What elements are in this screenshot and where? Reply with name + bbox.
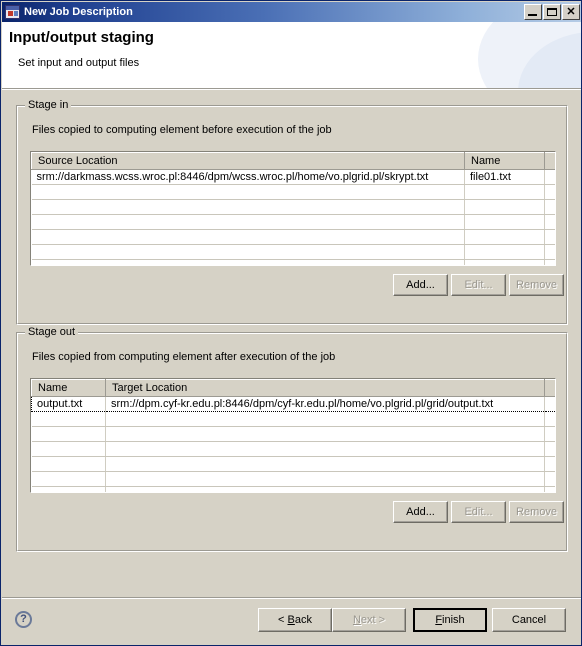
table-cell: [544, 259, 555, 265]
table-row-empty[interactable]: [31, 199, 555, 215]
table-cell: [544, 169, 555, 185]
next-button[interactable]: Next >: [332, 608, 406, 632]
table-row-empty[interactable]: [31, 456, 555, 472]
close-icon: ✕: [566, 6, 576, 18]
stage-out-edit-button[interactable]: Edit...: [451, 501, 506, 523]
table-row-empty[interactable]: [31, 214, 555, 230]
table-cell: [544, 199, 555, 215]
table-cell: [31, 259, 465, 265]
table-row-empty[interactable]: [31, 471, 555, 487]
stage-in-actions: Add... Edit... Remove: [30, 274, 564, 298]
table-cell: srm://darkmass.wcss.wroc.pl:8446/dpm/wcs…: [31, 169, 465, 185]
back-button[interactable]: < Back: [258, 608, 332, 632]
table-cell: [105, 426, 545, 442]
dialog-body: Stage in Files copied to computing eleme…: [2, 90, 581, 645]
group-stage-out: Stage out Files copied from computing el…: [16, 326, 568, 552]
title-bar[interactable]: New Job Description ✕: [2, 2, 581, 22]
table-row-empty[interactable]: [31, 486, 555, 492]
table-cell: [544, 471, 555, 487]
stage-in-description: Files copied to computing element before…: [32, 124, 332, 136]
column-header-name[interactable]: Name: [31, 379, 106, 397]
table-cell: [544, 426, 555, 442]
stage-in-table[interactable]: Source Location Name srm://darkmass.wcss.…: [30, 151, 556, 266]
stage-out-add-button[interactable]: Add...: [393, 501, 448, 523]
table-cell: [544, 229, 555, 245]
stage-in-add-button[interactable]: Add...: [393, 274, 448, 296]
stage-in-remove-button[interactable]: Remove: [509, 274, 564, 296]
table-cell: [464, 199, 545, 215]
column-header-name[interactable]: Name: [464, 152, 545, 170]
table-cell: [31, 214, 465, 230]
table-cell: [464, 184, 545, 200]
table-cell: [544, 214, 555, 230]
table-cell: output.txt: [31, 396, 106, 412]
footer-separator: [2, 597, 581, 599]
table-cell: [544, 396, 555, 412]
table-cell: [31, 426, 106, 442]
table-cell: [31, 411, 106, 427]
table-cell: [31, 456, 106, 472]
cancel-button[interactable]: Cancel: [492, 608, 566, 632]
group-stage-in-title: Stage in: [25, 99, 72, 111]
wizard-header: Input/output staging Set input and outpu…: [2, 22, 581, 88]
table-cell: [544, 441, 555, 457]
table-row-empty[interactable]: [31, 259, 555, 265]
table-cell: [464, 214, 545, 230]
dialog-window: New Job Description ✕ Input/output stagi…: [0, 0, 582, 646]
table-cell: [31, 244, 465, 260]
application-window-icon: [5, 5, 20, 19]
column-header-target-location[interactable]: Target Location: [105, 379, 545, 397]
column-header-source-location[interactable]: Source Location: [31, 152, 465, 170]
table-cell: srm://dpm.cyf-kr.edu.pl:8446/dpm/cyf-kr.…: [105, 396, 545, 412]
table-row[interactable]: output.txt srm://dpm.cyf-kr.edu.pl:8446/d…: [31, 396, 555, 412]
table-cell: [31, 184, 465, 200]
window-title: New Job Description: [24, 6, 133, 18]
maximize-button[interactable]: [543, 4, 561, 20]
table-cell: file01.txt: [464, 169, 545, 185]
stage-in-edit-button[interactable]: Edit...: [451, 274, 506, 296]
table-cell: [105, 486, 545, 492]
table-cell: [464, 259, 545, 265]
table-cell: [544, 244, 555, 260]
table-cell: [544, 486, 555, 492]
stage-out-description: Files copied from computing element afte…: [32, 351, 336, 363]
table-cell: [31, 486, 106, 492]
column-header-spacer[interactable]: [544, 152, 555, 170]
page-subtitle: Set input and output files: [18, 57, 140, 69]
table-cell: [544, 411, 555, 427]
table-cell: [31, 471, 106, 487]
table-row-empty[interactable]: [31, 244, 555, 260]
table-header-row: Name Target Location: [31, 379, 555, 397]
close-button[interactable]: ✕: [562, 4, 580, 20]
table-cell: [105, 456, 545, 472]
group-stage-in: Stage in Files copied to computing eleme…: [16, 99, 568, 325]
minimize-button[interactable]: [524, 4, 542, 20]
column-header-spacer[interactable]: [544, 379, 555, 397]
table-cell: [105, 411, 545, 427]
table-cell: [31, 441, 106, 457]
table-row[interactable]: srm://darkmass.wcss.wroc.pl:8446/dpm/wcs…: [31, 169, 555, 185]
table-row-empty[interactable]: [31, 229, 555, 245]
stage-out-remove-button[interactable]: Remove: [509, 501, 564, 523]
table-cell: [464, 244, 545, 260]
table-row-empty[interactable]: [31, 441, 555, 457]
stage-out-actions: Add... Edit... Remove: [30, 501, 564, 525]
table-cell: [544, 456, 555, 472]
table-cell: [464, 229, 545, 245]
table-cell: [105, 471, 545, 487]
help-icon[interactable]: ?: [15, 611, 32, 628]
table-row-empty[interactable]: [31, 411, 555, 427]
table-row-empty[interactable]: [31, 426, 555, 442]
finish-button[interactable]: Finish: [413, 608, 487, 632]
stage-out-table[interactable]: Name Target Location output.txt srm://dpm.…: [30, 378, 556, 493]
group-stage-out-title: Stage out: [25, 326, 79, 338]
page-title: Input/output staging: [9, 29, 154, 46]
table-cell: [31, 199, 465, 215]
table-header-row: Source Location Name: [31, 152, 555, 170]
table-cell: [31, 229, 465, 245]
table-cell: [105, 441, 545, 457]
table-cell: [544, 184, 555, 200]
table-row-empty[interactable]: [31, 184, 555, 200]
